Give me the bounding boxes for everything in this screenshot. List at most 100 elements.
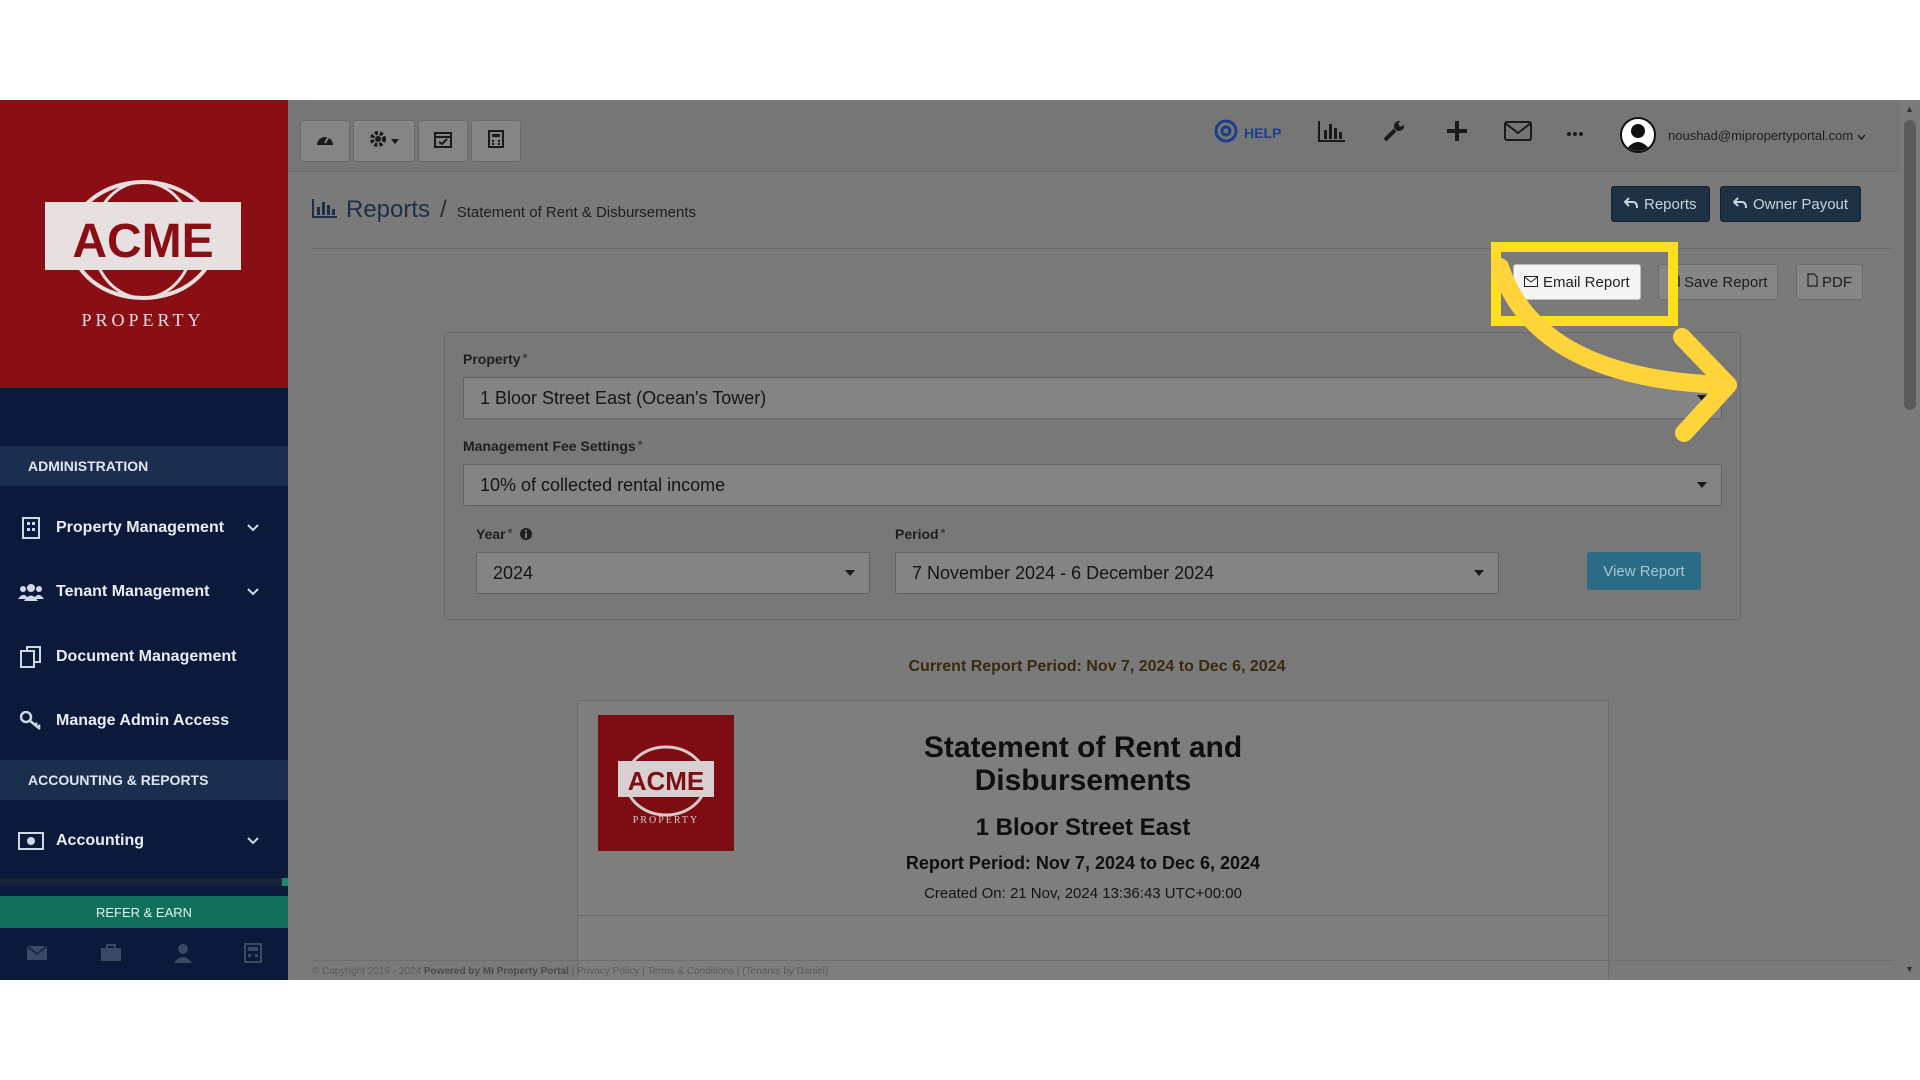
report-divider xyxy=(578,915,1608,916)
acme-logo[interactable]: ACME PROPERTY xyxy=(40,180,246,330)
sidebar-item-tenant-management[interactable]: Tenant Management xyxy=(0,562,288,622)
view-report-button[interactable]: View Report xyxy=(1587,552,1701,590)
report-period: Report Period: Nov 7, 2024 to Dec 6, 202… xyxy=(905,853,1261,873)
sidebar-footer xyxy=(0,930,288,980)
help-button[interactable]: HELP xyxy=(1214,118,1281,148)
property-label: Property * xyxy=(463,351,528,367)
user-email: noushad@mipropertyportal.com xyxy=(1668,127,1854,143)
plus-icon xyxy=(1446,120,1468,147)
sidebar-item-accounting[interactable]: Accounting xyxy=(0,811,288,871)
reports-back-button[interactable]: Reports xyxy=(1611,186,1710,222)
year-select-value: 2024 xyxy=(493,562,534,583)
section-accounting-reports: ACCOUNTING & REPORTS xyxy=(0,760,288,800)
user-menu[interactable]: noushad@mipropertyportal.com xyxy=(1620,117,1866,153)
breadcrumb-reports-link[interactable]: Reports xyxy=(346,196,430,224)
caret-down-icon xyxy=(1697,482,1707,488)
dashboard-button[interactable] xyxy=(300,120,350,162)
key-icon xyxy=(16,711,46,731)
breadcrumb: Reports / Statement of Rent & Disburseme… xyxy=(312,196,696,224)
briefcase-icon[interactable] xyxy=(100,943,122,967)
avatar xyxy=(1620,117,1656,153)
main-content: HELP noushad@mipropertyportal.com Report… xyxy=(288,100,1920,980)
pdf-label: PDF xyxy=(1822,273,1852,291)
lifebuoy-icon xyxy=(1214,119,1238,148)
mail-icon[interactable] xyxy=(26,944,48,966)
footer-tenants: (Tenants by Daniel) xyxy=(742,966,829,977)
wrench-icon xyxy=(1382,119,1406,148)
info-icon[interactable] xyxy=(520,527,533,543)
owner-payout-label: Owner Payout xyxy=(1753,195,1849,213)
year-label: Year * xyxy=(476,526,533,543)
tutorial-arrow-icon xyxy=(1491,258,1737,442)
scroll-up-icon[interactable]: ▲ xyxy=(1905,104,1914,114)
year-select[interactable]: 2024 xyxy=(476,552,870,594)
current-report-period: Current Report Period: Nov 7, 2024 to De… xyxy=(908,658,1286,675)
management-fee-select[interactable]: 10% of collected rental income xyxy=(463,464,1722,506)
page-title: Statement of Rent & Disbursements xyxy=(456,203,696,221)
sidebar-item-label: Tenant Management xyxy=(56,583,210,600)
sidebar-item-label: Manage Admin Access xyxy=(56,712,230,729)
report-title: Statement of Rent and Disbursements xyxy=(923,731,1243,797)
footer-terms-link[interactable]: Terms & Conditions xyxy=(647,966,734,977)
scroll-down-icon[interactable]: ▼ xyxy=(1905,964,1914,974)
calculator-button[interactable] xyxy=(471,120,521,162)
period-select-value: 7 November 2024 - 6 December 2024 xyxy=(912,562,1215,583)
help-label: HELP xyxy=(1244,125,1282,141)
scroll-thumb[interactable] xyxy=(1904,120,1916,410)
money-icon xyxy=(16,832,46,850)
messages-button[interactable] xyxy=(1504,118,1532,148)
sidebar-scrollbar[interactable] xyxy=(0,878,288,886)
owner-payout-button[interactable]: Owner Payout xyxy=(1720,186,1862,222)
report-property: 1 Bloor Street East xyxy=(975,814,1191,841)
documents-icon xyxy=(16,646,46,668)
bar-chart-icon xyxy=(312,198,338,223)
sidebar-item-label: Accounting xyxy=(56,832,144,849)
gear-icon xyxy=(369,130,387,153)
sidebar-item-manage-admin-access[interactable]: Manage Admin Access xyxy=(0,691,288,751)
refer-earn-button[interactable]: REFER & EARN xyxy=(0,896,288,928)
report-created: Created On: 21 Nov, 2024 13:36:43 UTC+00… xyxy=(924,885,1242,902)
top-toolbar: HELP noushad@mipropertyportal.com xyxy=(288,100,1920,172)
more-dots-icon xyxy=(1566,124,1584,142)
logo-area: ACME PROPERTY xyxy=(0,100,288,388)
tools-button[interactable] xyxy=(1382,118,1406,148)
sidebar-item-document-management[interactable]: Document Management xyxy=(0,627,288,687)
add-button[interactable] xyxy=(1446,118,1468,148)
bar-chart-button[interactable] xyxy=(1318,118,1346,148)
caret-down-icon xyxy=(1474,570,1484,576)
page-scrollbar[interactable]: ▲ ▼ xyxy=(1900,100,1920,980)
building-icon xyxy=(16,517,46,539)
chevron-down-icon xyxy=(238,521,268,535)
envelope-icon xyxy=(1504,120,1532,146)
period-select[interactable]: 7 November 2024 - 6 December 2024 xyxy=(895,552,1499,594)
page-footer: © Copyright 2016 - 2024 Powered by MI Pr… xyxy=(312,960,1894,977)
brand-subtext: PROPERTY xyxy=(82,310,205,330)
settings-dropdown-button[interactable] xyxy=(353,120,415,162)
caret-down-icon xyxy=(845,570,855,576)
management-fee-label: Management Fee Settings * xyxy=(463,438,643,454)
pdf-button[interactable]: PDF xyxy=(1796,264,1863,300)
sidebar-item-label: Document Management xyxy=(56,648,237,665)
user-icon[interactable] xyxy=(174,943,192,968)
users-icon xyxy=(16,582,46,602)
reports-back-label: Reports xyxy=(1644,195,1697,213)
chevron-down-icon xyxy=(1857,128,1866,143)
more-button[interactable] xyxy=(1566,118,1584,148)
breadcrumb-separator: / xyxy=(440,196,447,223)
dashboard-icon xyxy=(315,131,335,152)
management-fee-value: 10% of collected rental income xyxy=(480,474,726,495)
property-select-value: 1 Bloor Street East (Ocean's Tower) xyxy=(480,387,767,408)
reply-arrow-icon xyxy=(1623,196,1638,213)
footer-powered[interactable]: Powered by MI Property Portal xyxy=(424,966,569,977)
reply-arrow-icon xyxy=(1732,196,1747,213)
chevron-down-icon xyxy=(238,834,268,848)
calculator-icon[interactable] xyxy=(244,942,262,968)
report-preview: ACME PROPERTY Statement of Rent and Disb… xyxy=(577,700,1609,980)
calendar-button[interactable] xyxy=(418,120,468,162)
sidebar-item-property-management[interactable]: Property Management xyxy=(0,498,288,558)
section-administration: ADMINISTRATION xyxy=(0,446,288,486)
bar-chart-icon xyxy=(1318,120,1346,147)
footer-privacy-link[interactable]: Privacy Policy xyxy=(577,966,639,977)
footer-copyright: © Copyright 2016 - 2024 xyxy=(312,966,422,977)
pdf-file-icon xyxy=(1807,273,1818,291)
